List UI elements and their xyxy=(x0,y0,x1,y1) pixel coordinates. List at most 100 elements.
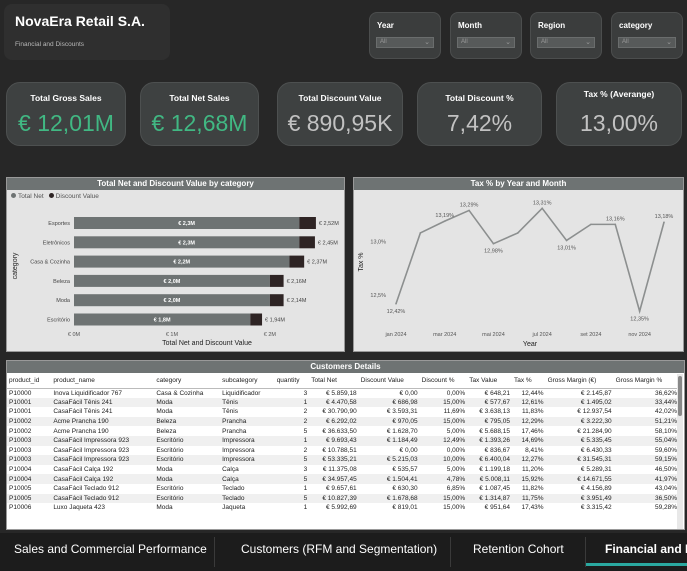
table-cell: € 53.335,21 xyxy=(309,455,359,465)
table-row[interactable]: P10004 CasaFácil Calça 192 Moda Calça 3 € 11.… xyxy=(7,465,679,475)
table-cell: 10,00% xyxy=(419,455,468,465)
table-cell: Prancha xyxy=(222,427,247,435)
table-cell: 1 xyxy=(303,485,308,493)
table-cell: € 1.495,02 xyxy=(545,397,614,408)
bar-chart-title: Total Net and Discount Value by category xyxy=(7,178,344,190)
table-cell: € 12.937,54 xyxy=(577,408,612,416)
table-cell: 12,49% xyxy=(419,435,468,446)
table-row[interactable]: P10005 CasaFácil Teclado 912 Escritório Tec… xyxy=(7,493,679,504)
column-header[interactable]: Gross Margin (€) xyxy=(545,373,614,389)
table-cell: 2 xyxy=(303,408,308,416)
column-header[interactable]: product_name xyxy=(51,373,155,389)
x-tick-label: set 2024 xyxy=(580,332,601,338)
table-row[interactable]: P10004 CasaFácil Calça 192 Moda Calça 5 € 34.… xyxy=(7,474,679,484)
column-header[interactable]: Tax Value xyxy=(467,373,512,389)
x-tick-label: mai 2024 xyxy=(482,332,505,338)
table-cell: Moda xyxy=(154,474,221,484)
table-cell: 0,00% xyxy=(446,389,466,397)
x-tick-label: € 1M xyxy=(166,332,179,338)
year-slicer[interactable]: Year All ⌄ xyxy=(369,12,441,59)
tab-retention-cohort[interactable]: Retention Cohort xyxy=(473,533,573,571)
table-cell: 15,00% xyxy=(419,493,468,504)
table-row[interactable]: P10002 Acme Prancha 190 Beleza Prancha 2 € 6.… xyxy=(7,416,679,427)
table-cell: P10006 xyxy=(9,504,32,512)
table-row[interactable]: P10006 Luxo Jaqueta 423 Moda Jaqueta 1 € 5.99… xyxy=(7,503,679,513)
table-cell: 41,97% xyxy=(613,474,679,484)
kpi-value: € 890,95K xyxy=(287,110,393,136)
kpi-discount-percent: Total Discount % 7,42% xyxy=(417,82,542,146)
column-header[interactable]: Discount Value xyxy=(358,373,420,389)
table-cell: € 970,05 xyxy=(358,416,420,427)
table-row[interactable]: P10002 Acme Prancha 190 Beleza Prancha 5 € 36… xyxy=(7,426,679,436)
company-title: NovaEra Retail S.A. xyxy=(15,13,145,29)
tab-customers-rfm[interactable]: Customers (RFM and Segmentation) xyxy=(241,533,441,571)
region-slicer[interactable]: Region All ⌄ xyxy=(530,12,602,59)
table-cell: P10004 xyxy=(9,466,32,474)
table-cell: € 577,67 xyxy=(467,397,512,408)
table-cell: € 5.215,03 xyxy=(358,455,420,465)
column-header[interactable]: quantity xyxy=(274,373,310,389)
tax-data-point xyxy=(565,239,568,242)
bar-total-data-label: € 2,45M xyxy=(318,240,338,246)
bar-discount-value xyxy=(289,255,305,268)
x-tick-label: € 0M xyxy=(68,332,81,338)
table-scrollbar[interactable] xyxy=(677,374,683,529)
tab-sales-performance[interactable]: Sales and Commercial Performance xyxy=(14,533,214,571)
table-row[interactable]: P10005 CasaFácil Teclado 912 Escritório Tec… xyxy=(7,484,679,494)
table-cell: CasaFácil Impressora 923 xyxy=(51,435,155,446)
table-cell: 1 xyxy=(303,504,308,512)
year-dropdown[interactable]: All ⌄ xyxy=(376,37,434,48)
x-tick-label: jul 2024 xyxy=(532,332,552,338)
column-header[interactable]: Tax % xyxy=(511,373,546,389)
month-dropdown[interactable]: All ⌄ xyxy=(457,37,515,48)
category-slicer[interactable]: category All ⌄ xyxy=(611,12,683,59)
column-header[interactable]: category xyxy=(154,373,221,389)
table-cell: 15,00% xyxy=(419,397,468,408)
bar-discount-value xyxy=(299,217,316,229)
table-title: Customers Details xyxy=(7,361,684,373)
table-cell: € 31.545,31 xyxy=(545,455,614,465)
table-cell: P10000 xyxy=(9,389,32,397)
table-cell: P10001 xyxy=(7,397,52,408)
column-header[interactable]: Discount % xyxy=(419,373,468,389)
table-cell: 5 xyxy=(274,493,310,504)
dropdown-value: All xyxy=(541,39,548,45)
table-cell: CasaFácil Teclado 912 xyxy=(53,485,119,493)
table-row[interactable]: P10003 CasaFácil Impressora 923 Escritório… xyxy=(7,446,679,456)
scrollbar-thumb[interactable] xyxy=(678,376,682,416)
region-dropdown[interactable]: All ⌄ xyxy=(537,37,595,48)
table-row[interactable]: P10001 CasaFácil Tênis 241 Moda Tênis 1 € 4.4… xyxy=(7,397,679,408)
category-tick-label: Eletrônicos xyxy=(43,240,70,246)
column-header[interactable]: subcategory xyxy=(220,373,275,389)
column-header[interactable]: Total Net xyxy=(309,373,359,389)
table-cell: Inova Liquidificador 767 xyxy=(53,389,122,397)
tax-data-label: 13,29% xyxy=(460,202,479,208)
table-cell: P10002 xyxy=(7,416,52,427)
table-cell: 36,62% xyxy=(654,389,677,397)
table-row[interactable]: P10000 Inova Liquidificador 767 Casa & Coz… xyxy=(7,388,679,398)
table-cell: Tênis xyxy=(220,397,275,408)
bar-net-data-label: € 2,0M xyxy=(164,279,181,285)
slicer-label: Region xyxy=(538,21,566,30)
category-dropdown[interactable]: All ⌄ xyxy=(618,37,676,48)
table-cell: 15,00% xyxy=(443,504,466,512)
table-cell: Acme Prancha 190 xyxy=(51,416,155,427)
table-row[interactable]: P10003 CasaFácil Impressora 923 Escritório… xyxy=(7,455,679,465)
table-cell: Moda xyxy=(156,504,173,512)
table-cell: € 2.145,87 xyxy=(580,389,612,397)
column-header[interactable]: Gross Margin % xyxy=(613,373,679,389)
bar-discount-value xyxy=(269,294,284,307)
table-cell: P10004 xyxy=(7,474,52,484)
column-header[interactable]: product_id xyxy=(7,373,52,389)
month-slicer[interactable]: Month All ⌄ xyxy=(450,12,522,59)
kpi-title: Total Discount % xyxy=(445,93,514,103)
slicer-label: Month xyxy=(458,21,482,30)
chevron-down-icon: ⌄ xyxy=(424,39,430,46)
chevron-down-icon: ⌄ xyxy=(666,39,672,46)
table-cell: CasaFácil Calça 192 xyxy=(53,466,114,474)
table-cell: 15,92% xyxy=(511,474,546,484)
table-cell: 11,83% xyxy=(522,408,544,416)
table-row[interactable]: P10003 CasaFácil Impressora 923 Escritório… xyxy=(7,435,679,446)
y-tick-label: 13,0% xyxy=(370,240,386,246)
table-row[interactable]: P10001 CasaFácil Tênis 241 Moda Tênis 2 € 30.… xyxy=(7,407,679,417)
